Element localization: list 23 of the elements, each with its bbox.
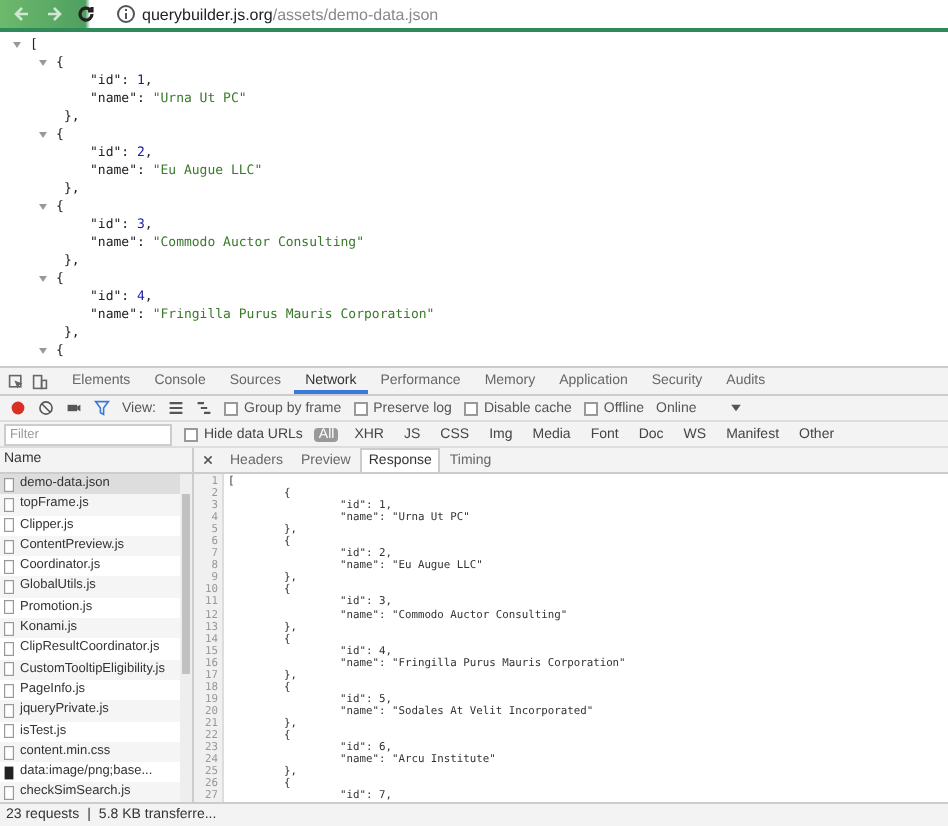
dropdown-caret-icon[interactable]	[728, 400, 745, 416]
list-view-icon[interactable]	[168, 400, 184, 416]
waterfall-icon[interactable]	[196, 400, 212, 416]
filter-icon[interactable]	[94, 400, 110, 416]
collapse-triangle-icon[interactable]	[38, 274, 48, 284]
device-icon[interactable]	[32, 373, 48, 389]
collapse-triangle-icon[interactable]	[38, 58, 48, 68]
clear-icon[interactable]	[38, 400, 54, 416]
forward-arrow-icon[interactable]	[44, 4, 64, 24]
image-file-icon	[4, 765, 14, 780]
camera-icon[interactable]	[66, 400, 82, 416]
url-path[interactable]: /assets/demo-data.json	[272, 5, 439, 23]
collapse-triangle-icon[interactable]	[38, 202, 48, 212]
record-icon[interactable]	[10, 400, 26, 416]
url-host[interactable]: querybuilder.js.org	[142, 5, 273, 23]
close-icon[interactable]	[202, 454, 214, 466]
reload-icon[interactable]	[76, 4, 96, 24]
inspect-icon[interactable]	[8, 373, 24, 389]
scrollbar[interactable]	[180, 474, 192, 802]
info-icon[interactable]	[116, 4, 136, 24]
collapse-triangle-icon[interactable]	[38, 130, 48, 140]
collapse-triangle-icon[interactable]	[12, 40, 22, 50]
collapse-triangle-icon[interactable]	[38, 346, 48, 356]
